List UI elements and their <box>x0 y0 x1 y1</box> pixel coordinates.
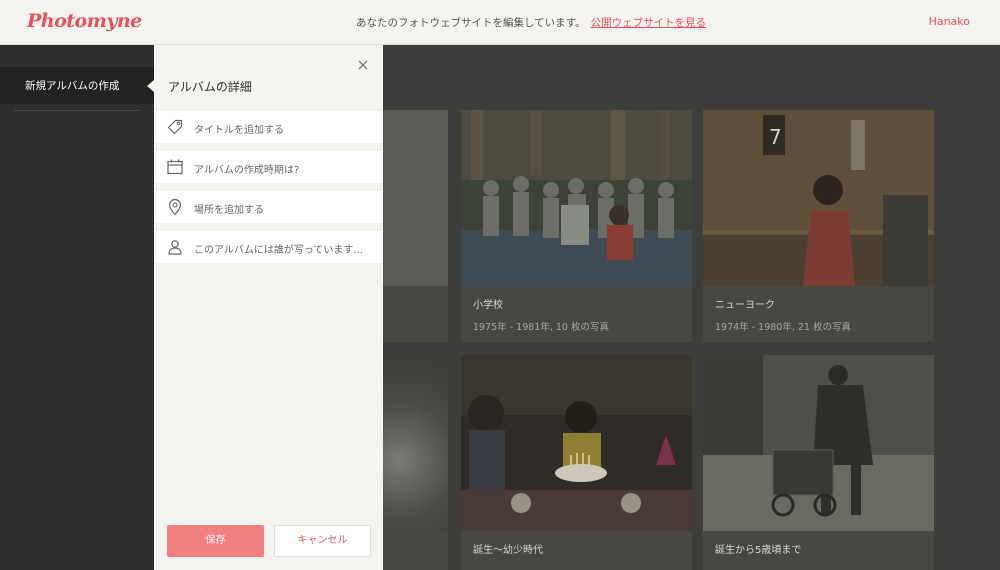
album-photo <box>461 110 692 286</box>
album-date-placeholder: アルバムの作成時期は? <box>194 165 300 176</box>
album-details-panel: アルバムの詳細 タイトルを追加する アルバムの作成時期は? 場所を追加する この… <box>154 45 383 570</box>
view-public-site-link[interactable]: 公開ウェブサイトを見る <box>591 17 707 29</box>
album-meta: 1975年 - 1981年, 10 枚の写真 <box>473 322 609 333</box>
album-photo <box>383 355 448 531</box>
cancel-button[interactable]: キャンセル <box>274 525 371 557</box>
sidebar: 新規アルバムの作成 <box>0 45 154 570</box>
album-card[interactable]: 小学校 1975年 - 1981年, 10 枚の写真 <box>461 110 692 342</box>
album-card[interactable] <box>383 355 448 570</box>
person-icon <box>168 240 182 255</box>
location-pin-icon <box>168 198 182 216</box>
save-button[interactable]: 保存 <box>167 525 264 557</box>
album-photo <box>383 110 448 286</box>
tag-icon <box>167 119 183 135</box>
album-title: 小学校 <box>473 300 503 311</box>
album-people-field[interactable]: このアルバムには誰が写っています... <box>154 231 383 263</box>
album-card[interactable] <box>383 110 448 342</box>
active-pointer <box>147 80 154 92</box>
calendar-icon <box>167 159 183 175</box>
girl-wall-photo: 7 <box>703 110 934 286</box>
album-photo: 7 <box>703 110 934 286</box>
album-title: 誕生〜幼少時代 <box>473 545 543 556</box>
sidebar-item-new-album[interactable]: 新規アルバムの作成 <box>0 67 154 104</box>
top-bar: Photomyne あなたのフォトウェブサイトを編集しています。 公開ウェブサイト… <box>0 0 1000 45</box>
logo[interactable]: Photomyne <box>27 10 142 32</box>
album-title-field[interactable]: タイトルを追加する <box>154 111 383 143</box>
album-card[interactable]: 誕生〜幼少時代 <box>461 355 692 570</box>
album-title: ニューヨーク <box>715 300 775 311</box>
svg-text:7: 7 <box>769 125 782 149</box>
editing-notice-text: あなたのフォトウェブサイトを編集しています。 <box>356 17 586 29</box>
album-title-placeholder: タイトルを追加する <box>194 125 284 136</box>
album-grid: 小学校 1975年 - 1981年, 10 枚の写真 7 ニューヨーク 1974… <box>383 45 1000 570</box>
divider <box>14 110 140 111</box>
album-location-field[interactable]: 場所を追加する <box>154 191 383 223</box>
album-card[interactable]: 誕生から5歳頃まで <box>703 355 934 570</box>
panel-title: アルバムの詳細 <box>168 80 252 94</box>
close-icon[interactable] <box>356 58 370 72</box>
school-kids-photo <box>461 110 692 286</box>
editing-notice: あなたのフォトウェブサイトを編集しています。 公開ウェブサイトを見る <box>356 15 706 30</box>
album-location-placeholder: 場所を追加する <box>194 205 264 216</box>
album-photo <box>461 355 692 531</box>
album-card[interactable]: 7 ニューヨーク 1974年 - 1980年, 21 枚の写真 <box>703 110 934 342</box>
woman-stroller-photo <box>703 355 934 531</box>
album-photo <box>703 355 934 531</box>
sidebar-item-label: 新規アルバムの作成 <box>25 80 120 92</box>
user-menu[interactable]: Hanako <box>929 15 970 28</box>
album-meta: 1974年 - 1980年, 21 枚の写真 <box>715 322 851 333</box>
album-date-field[interactable]: アルバムの作成時期は? <box>154 151 383 183</box>
album-people-placeholder: このアルバムには誰が写っています... <box>194 245 363 256</box>
album-title: 誕生から5歳頃まで <box>715 545 802 556</box>
birthday-party-photo <box>461 355 692 531</box>
